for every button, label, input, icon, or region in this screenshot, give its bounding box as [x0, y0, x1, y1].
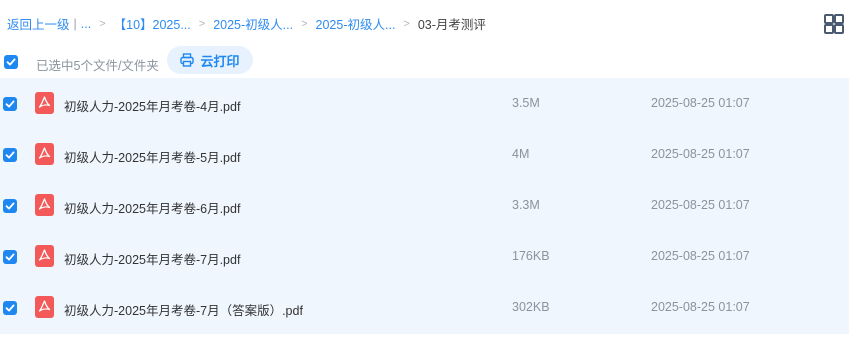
breadcrumb-ellipsis[interactable]: ... [81, 17, 91, 31]
pdf-file-icon [35, 245, 54, 267]
top-bar: 返回上一级 | ... > 【10】2025... > 2025-初级人... … [0, 0, 856, 44]
row-checkbox[interactable] [3, 97, 17, 111]
row-checkbox[interactable] [3, 148, 17, 162]
pdf-file-icon [35, 92, 54, 114]
pdf-file-icon [35, 194, 54, 216]
file-name[interactable]: 初级人力-2025年月考卷-7月.pdf [64, 249, 240, 268]
file-name[interactable]: 初级人力-2025年月考卷-7月（答案版）.pdf [64, 300, 303, 319]
select-all-checkbox[interactable] [4, 55, 18, 69]
check-icon [5, 151, 15, 159]
pdf-file-icon [35, 143, 54, 165]
file-row[interactable]: 初级人力-2025年月考卷-7月（答案版）.pdf 302KB 2025-08-… [0, 282, 849, 333]
file-name[interactable]: 初级人力-2025年月考卷-6月.pdf [64, 198, 240, 217]
file-name[interactable]: 初级人力-2025年月考卷-5月.pdf [64, 147, 240, 166]
cloud-print-label: 云打印 [200, 53, 240, 69]
file-name[interactable]: 初级人力-2025年月考卷-4月.pdf [64, 96, 240, 115]
check-icon [5, 202, 15, 210]
file-date: 2025-08-25 01:07 [651, 147, 750, 161]
file-size: 4M [512, 147, 530, 161]
back-link[interactable]: 返回上一级 [7, 14, 70, 33]
check-icon [5, 304, 15, 312]
breadcrumb-sep: > [198, 17, 206, 30]
file-row[interactable]: 初级人力-2025年月考卷-6月.pdf 3.3M 2025-08-25 01:… [0, 180, 849, 231]
selection-count: 已选中5个文件/文件夹 [36, 59, 159, 73]
breadcrumb-item[interactable]: 2025-初级人... [213, 14, 293, 33]
file-date: 2025-08-25 01:07 [651, 96, 750, 110]
file-row[interactable]: 初级人力-2025年月考卷-5月.pdf 4M 2025-08-25 01:07 [0, 129, 849, 180]
file-row[interactable]: 初级人力-2025年月考卷-4月.pdf 3.5M 2025-08-25 01:… [0, 78, 849, 129]
row-checkbox[interactable] [3, 199, 17, 213]
file-row[interactable]: 初级人力-2025年月考卷-7月.pdf 176KB 2025-08-25 01… [0, 231, 849, 282]
file-size: 302KB [512, 300, 550, 314]
grid-view-icon[interactable] [824, 14, 844, 34]
file-size: 176KB [512, 249, 550, 263]
pdf-file-icon [35, 296, 54, 318]
check-icon [6, 58, 16, 66]
file-size: 3.5M [512, 96, 540, 110]
row-checkbox[interactable] [3, 250, 17, 264]
breadcrumb: 返回上一级 | ... > 【10】2025... > 2025-初级人... … [7, 14, 486, 33]
breadcrumb-sep: > [301, 17, 308, 30]
file-date: 2025-08-25 01:07 [651, 249, 750, 263]
breadcrumb-item[interactable]: 2025-初级人... [316, 14, 396, 33]
file-list: 初级人力-2025年月考卷-4月.pdf 3.5M 2025-08-25 01:… [0, 78, 849, 334]
file-date: 2025-08-25 01:07 [651, 198, 750, 212]
row-checkbox[interactable] [3, 301, 17, 315]
breadcrumb-sep: > [403, 17, 410, 30]
breadcrumb-sep: > [99, 17, 106, 30]
check-icon [5, 253, 15, 261]
file-size: 3.3M [512, 198, 540, 212]
breadcrumb-item[interactable]: 【10】2025... [114, 14, 191, 33]
file-date: 2025-08-25 01:07 [651, 300, 750, 314]
check-icon [5, 100, 15, 108]
printer-icon [180, 53, 195, 67]
breadcrumb-divider: | [73, 16, 77, 31]
selection-bar: 已选中5个文件/文件夹 云打印 [0, 44, 856, 78]
cloud-print-button[interactable]: 云打印 [167, 46, 253, 74]
breadcrumb-current: 03-月考测评 [417, 18, 486, 32]
